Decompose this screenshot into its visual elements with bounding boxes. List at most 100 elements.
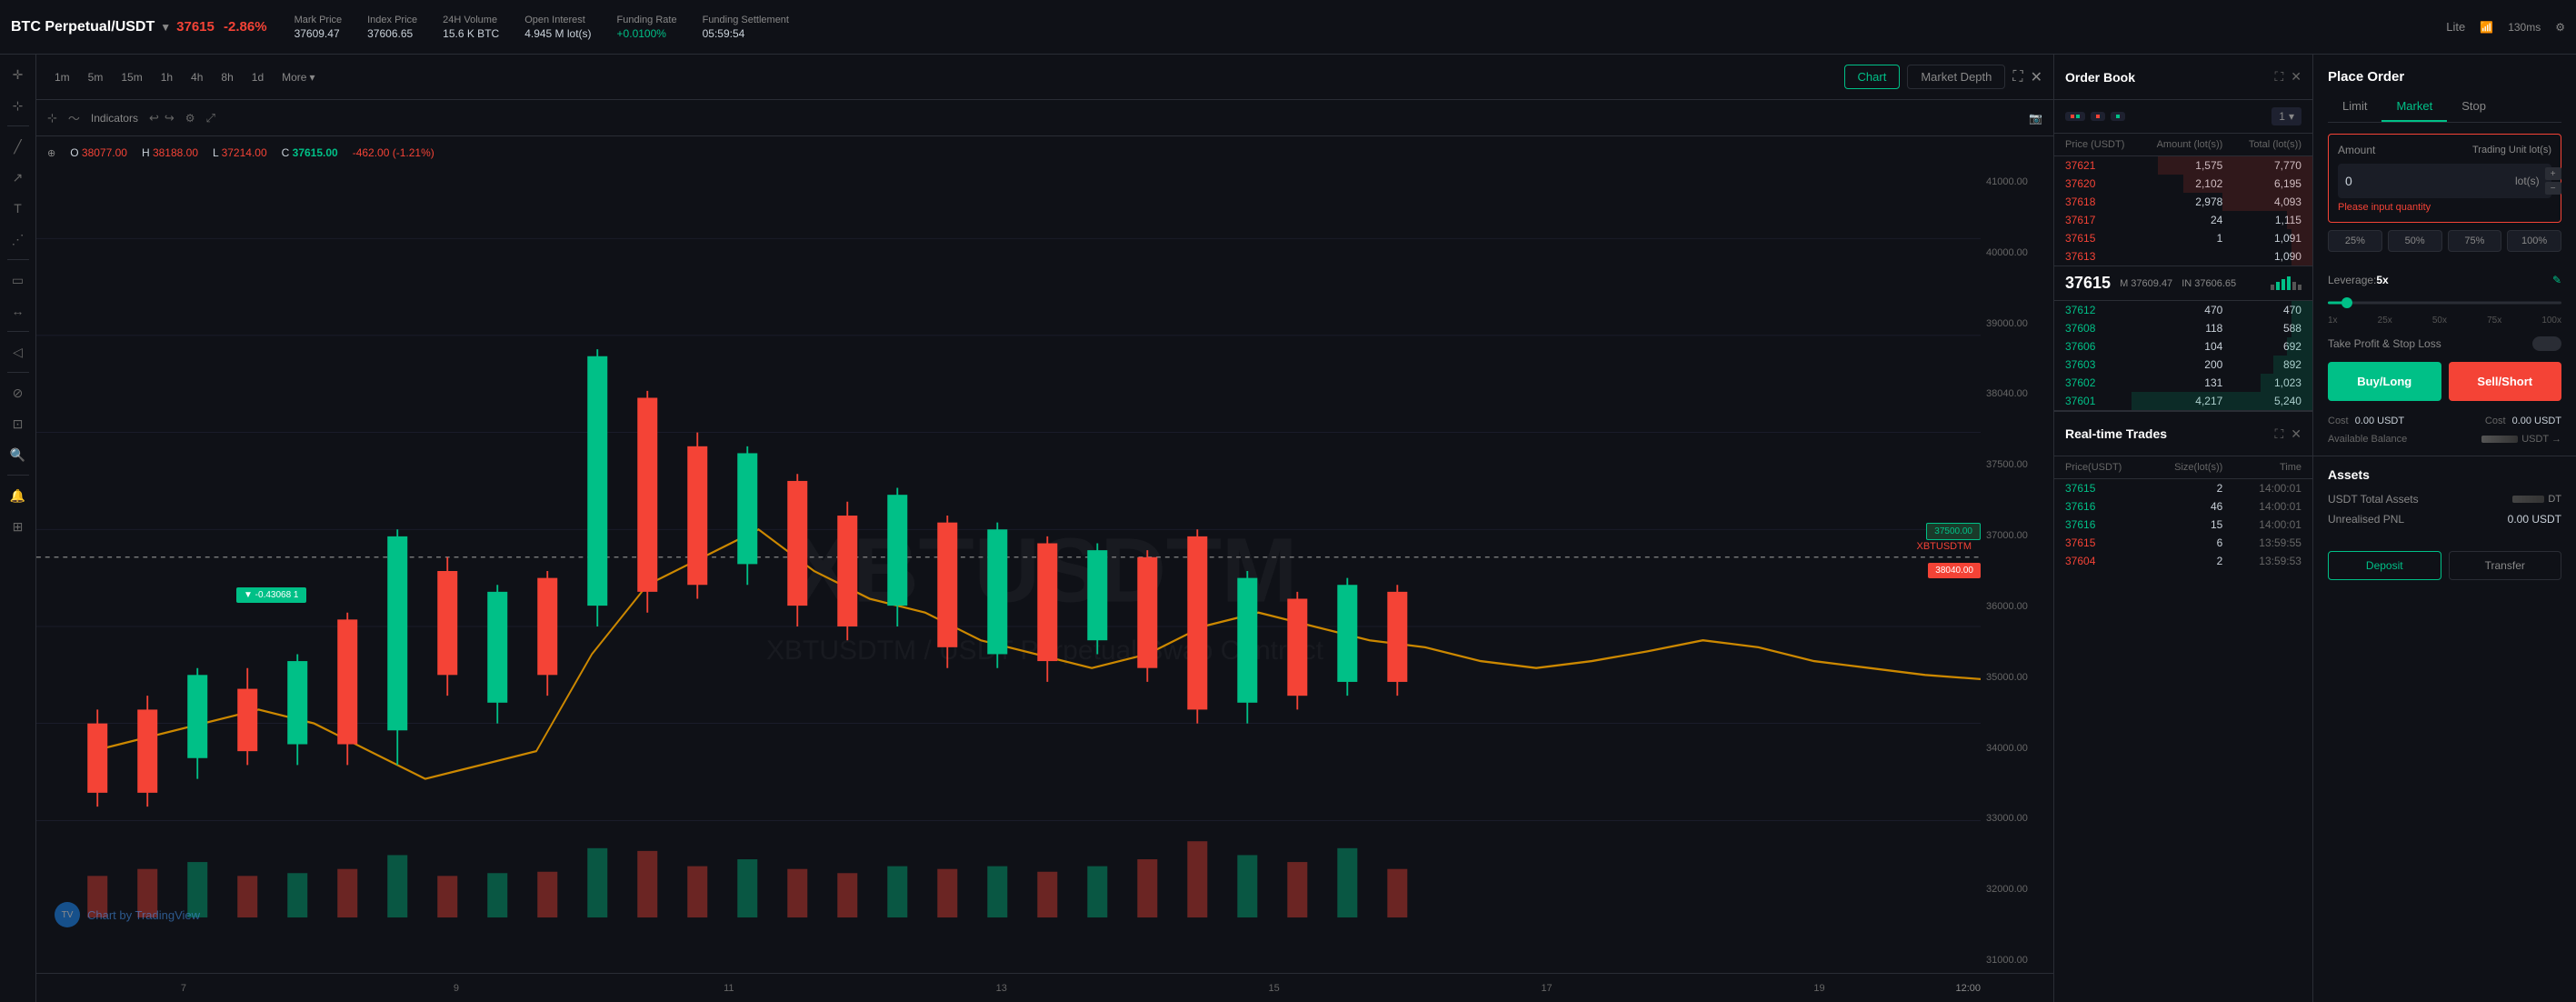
rt-price: 37604 <box>2065 555 2144 567</box>
amount-decrement-btn[interactable]: − <box>2545 182 2561 195</box>
rt-price: 37616 <box>2065 500 2144 513</box>
transfer-button[interactable]: Transfer <box>2449 551 2562 580</box>
unrealised-row: Unrealised PNL 0.00 USDT <box>2328 513 2561 526</box>
timeframe-btn-8h[interactable]: 8h <box>214 67 240 87</box>
trading-unit-selector[interactable]: Trading Unit lot(s) <box>2472 145 2551 155</box>
order-book-expand-icon[interactable]: ⛶ <box>2274 69 2283 85</box>
shape-tool[interactable]: ▭ <box>5 267 31 293</box>
timeframe-btn-1h[interactable]: 1h <box>154 67 180 87</box>
leverage-slider[interactable] <box>2328 294 2561 312</box>
timeframe-btn-1d[interactable]: 1d <box>245 67 271 87</box>
rt-trade-row: 37604 2 13:59:53 <box>2054 552 2312 570</box>
left-toolbar: ✛ ⊹ ╱ ↗ T ⋰ ▭ ↔ ◁ ⊘ ⊡ 🔍 🔔 ⊞ <box>0 55 36 1002</box>
trend-line-tool[interactable]: ╱ <box>5 134 31 159</box>
chart-settings-icon[interactable]: ⚙ <box>185 112 195 125</box>
leverage-edit-icon[interactable]: ✎ <box>2552 274 2561 286</box>
leverage-ticks: 1x25x50x75x100x <box>2328 316 2561 326</box>
tv-logo-icon: TV <box>55 902 80 927</box>
rt-expand-icon[interactable]: ⛶ <box>2274 426 2283 442</box>
price-level-31000.00: 31000.00 <box>1986 955 2048 966</box>
rt-time: 13:59:55 <box>2222 536 2301 549</box>
ob-ask-bar <box>2291 229 2312 247</box>
usdt-suffix: DT <box>2548 494 2561 505</box>
mid-price-value: 37615 <box>2065 274 2111 293</box>
po-tabs: LimitMarketStop <box>2328 92 2561 123</box>
deposit-button[interactable]: Deposit <box>2328 551 2441 580</box>
more-timeframes-btn[interactable]: More ▾ <box>275 67 322 87</box>
timeframe-btn-1m[interactable]: 1m <box>47 67 77 87</box>
rt-size: 15 <box>2144 518 2223 531</box>
ob-bid-bar <box>2291 319 2312 337</box>
leverage-label: Leverage: <box>2328 274 2376 286</box>
cursor-indicator-icon[interactable]: ⊹ <box>47 111 57 125</box>
ob-depth-selector[interactable]: 1 ▾ <box>2271 107 2301 125</box>
cursor-tool[interactable]: ⊹ <box>5 93 31 118</box>
price-level-32000.00: 32000.00 <box>1986 884 2048 895</box>
percent-btn-75%[interactable]: 75% <box>2448 230 2502 252</box>
ask-price-tag: 37500.00 <box>1926 523 1981 540</box>
chart-button[interactable]: Chart <box>1844 65 1901 89</box>
symbol-dropdown-icon[interactable]: ▼ <box>160 21 171 34</box>
magnet-tool[interactable]: ⊡ <box>5 411 31 436</box>
price-level-36000.00: 36000.00 <box>1986 601 2048 612</box>
order-book-close-icon[interactable]: ✕ <box>2291 69 2301 85</box>
ob-ask-price: 37621 <box>2065 159 2144 172</box>
arrow-tool[interactable]: ↗ <box>5 165 31 190</box>
ob-depth-value: 1 <box>2279 110 2285 123</box>
fullscreen-icon[interactable]: ⤢ <box>206 111 215 125</box>
expand-icon[interactable]: ⛶ <box>2012 69 2022 85</box>
date-tick-19: 19 <box>1683 983 1956 994</box>
screenshot-icon[interactable]: 📷 <box>2029 112 2042 125</box>
rt-close-icon[interactable]: ✕ <box>2291 426 2301 442</box>
indicators-button[interactable]: Indicators <box>91 112 138 125</box>
ob-ask-row: 37617 24 1,115 <box>2054 211 2312 229</box>
usdt-total-value: DT <box>2512 494 2561 505</box>
leverage-tick-100x: 100x <box>2541 316 2561 326</box>
po-tab-market[interactable]: Market <box>2381 92 2447 122</box>
fib-tool[interactable]: ⋰ <box>5 226 31 252</box>
ob-bid-bar <box>2261 374 2312 392</box>
ob-ask-price: 37620 <box>2065 177 2144 190</box>
erase-tool[interactable]: ⊘ <box>5 380 31 406</box>
leverage-thumb[interactable] <box>2341 297 2352 308</box>
sell-short-button[interactable]: Sell/Short <box>2449 362 2562 401</box>
timeframe-btn-5m[interactable]: 5m <box>81 67 111 87</box>
date-tick-11: 11 <box>593 983 865 994</box>
add-order-icon[interactable]: ⊕ <box>47 147 55 159</box>
ob-bids-only-btn[interactable] <box>2111 112 2125 121</box>
lite-button[interactable]: Lite <box>2446 20 2465 34</box>
amount-input[interactable] <box>2345 174 2510 188</box>
line-indicator-icon[interactable]: 〜 <box>68 109 80 126</box>
ob-asks-only-btn[interactable] <box>2091 112 2105 121</box>
redo-icon[interactable]: ↪ <box>165 111 175 125</box>
take-profit-toggle[interactable] <box>2532 336 2561 351</box>
zoom-tool[interactable]: ◁ <box>5 339 31 365</box>
rt-trade-row: 37616 15 14:00:01 <box>2054 516 2312 534</box>
ob-combined-view-btn[interactable] <box>2065 112 2085 121</box>
po-tab-limit[interactable]: Limit <box>2328 92 2381 122</box>
leverage-tick-25x: 25x <box>2378 316 2392 326</box>
close-chart-icon[interactable]: ✕ <box>2031 68 2042 86</box>
percent-btn-100%[interactable]: 100% <box>2507 230 2561 252</box>
crosshair-tool[interactable]: ✛ <box>5 62 31 87</box>
market-depth-button[interactable]: Market Depth <box>1907 65 2005 89</box>
timeframe-btn-4h[interactable]: 4h <box>184 67 210 87</box>
text-tool[interactable]: T <box>5 195 31 221</box>
rt-price: 37615 <box>2065 482 2144 495</box>
rt-time: 13:59:53 <box>2222 555 2301 567</box>
undo-icon[interactable]: ↩ <box>149 111 159 125</box>
position-tool[interactable]: ⊞ <box>5 514 31 539</box>
zoom-in-tool[interactable]: 🔍 <box>5 442 31 467</box>
alert-tool[interactable]: 🔔 <box>5 483 31 508</box>
measure-tool[interactable]: ↔ <box>5 298 31 324</box>
settings-icon[interactable]: ⚙ <box>2555 21 2565 34</box>
percent-btn-50%[interactable]: 50% <box>2388 230 2442 252</box>
percent-btn-25%[interactable]: 25% <box>2328 230 2382 252</box>
chart-canvas[interactable]: XBTUSDTM XBTUSDTM / USDT Perpetual Swap … <box>36 169 2053 973</box>
leverage-tick-1x: 1x <box>2328 316 2338 326</box>
buy-long-button[interactable]: Buy/Long <box>2328 362 2441 401</box>
po-tab-stop[interactable]: Stop <box>2447 92 2501 122</box>
timeframe-btn-15m[interactable]: 15m <box>114 67 149 87</box>
ob-bid-total: 588 <box>2222 322 2301 335</box>
amount-increment-btn[interactable]: + <box>2545 167 2561 180</box>
